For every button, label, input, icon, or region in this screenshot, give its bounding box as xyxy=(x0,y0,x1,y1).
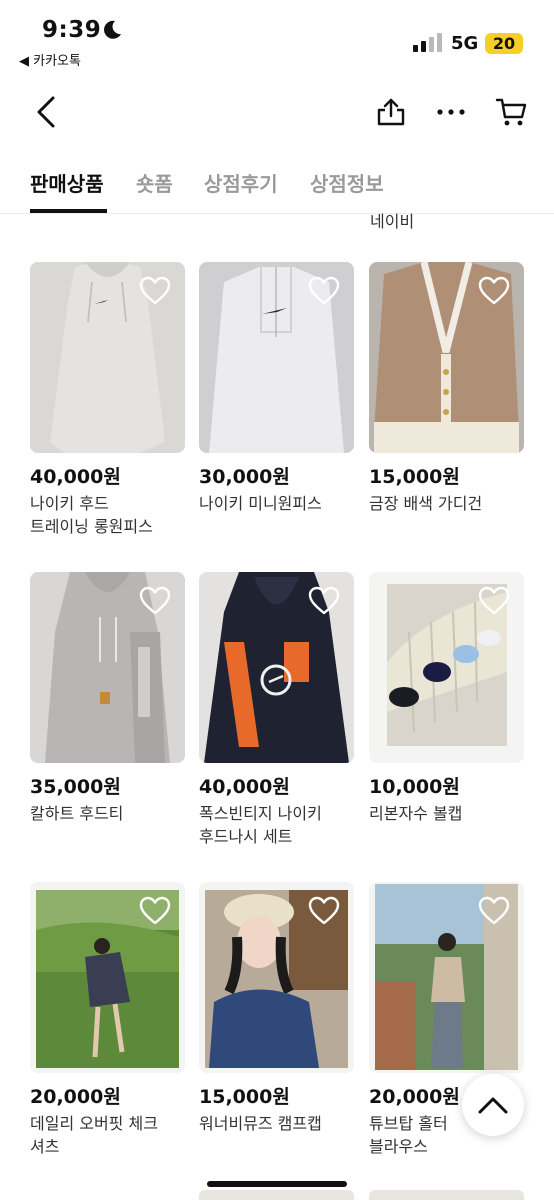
heart-outline-icon[interactable] xyxy=(139,896,171,926)
next-row-image-peek xyxy=(199,1190,354,1200)
status-time: 9:39 xyxy=(42,17,102,43)
product-price: 15,000원 xyxy=(369,466,460,488)
cart-button[interactable] xyxy=(493,94,529,130)
product-price: 20,000원 xyxy=(30,1086,121,1108)
product-card[interactable]: 10,000원 리본자수 볼캡 xyxy=(369,572,524,825)
heart-outline-icon[interactable] xyxy=(308,276,340,306)
heart-outline-icon[interactable] xyxy=(308,586,340,616)
product-price: 15,000원 xyxy=(199,1086,290,1108)
product-image xyxy=(199,882,354,1073)
heart-outline-icon[interactable] xyxy=(478,276,510,306)
product-price: 40,000원 xyxy=(30,466,121,488)
share-icon xyxy=(377,98,405,126)
product-image xyxy=(30,882,185,1073)
product-title: 나이키 미니원피스 xyxy=(199,494,322,513)
status-bar: 9:39 ◀ 카카오톡 5G 20 xyxy=(0,0,554,74)
product-price: 35,000원 xyxy=(30,776,121,798)
moon-icon xyxy=(104,20,121,39)
product-title: 폭스빈티지 나이키 후드나시 세트 xyxy=(199,804,322,846)
home-indicator[interactable] xyxy=(207,1181,347,1187)
product-card[interactable]: 20,000원 데일리 오버핏 체크 셔츠 xyxy=(30,882,185,1158)
product-title: 칼하트 후드티 xyxy=(30,804,124,823)
heart-outline-icon[interactable] xyxy=(478,896,510,926)
product-card[interactable]: 30,000원 나이키 미니원피스 xyxy=(199,262,354,515)
heart-outline-icon[interactable] xyxy=(308,896,340,926)
product-image xyxy=(199,262,354,453)
product-price: 30,000원 xyxy=(199,466,290,488)
tab-store-info[interactable]: 상점정보 xyxy=(310,168,384,197)
product-title: 리본자수 볼캡 xyxy=(369,804,463,823)
cart-icon xyxy=(495,98,527,126)
product-price: 40,000원 xyxy=(199,776,290,798)
next-row-image-peek xyxy=(369,1190,524,1200)
product-card[interactable]: 40,000원 폭스빈티지 나이키 후드나시 세트 xyxy=(199,572,354,848)
back-to-app-link[interactable]: ◀ 카카오톡 xyxy=(19,50,81,69)
product-image xyxy=(199,572,354,763)
heart-outline-icon[interactable] xyxy=(478,586,510,616)
product-card[interactable]: 15,000원 금장 배색 가디건 xyxy=(369,262,524,515)
heart-outline-icon[interactable] xyxy=(139,586,171,616)
product-title: 워너비뮤즈 캠프캡 xyxy=(199,1114,322,1133)
share-button[interactable] xyxy=(373,94,409,130)
product-image xyxy=(30,572,185,763)
product-title: 데일리 오버핏 체크 셔츠 xyxy=(30,1114,158,1156)
scroll-to-top-button[interactable] xyxy=(462,1074,524,1136)
chevron-left-icon xyxy=(37,96,55,128)
product-image xyxy=(369,882,524,1073)
chevron-up-icon xyxy=(478,1097,508,1114)
battery-badge: 20 xyxy=(485,33,523,54)
product-image xyxy=(369,572,524,763)
product-image xyxy=(369,262,524,453)
network-type: 5G xyxy=(451,33,479,54)
product-card[interactable]: 15,000원 워너비뮤즈 캠프캡 xyxy=(199,882,354,1135)
signal-icon xyxy=(413,33,442,52)
previous-item-title-peek: 네이비 xyxy=(370,212,415,231)
more-icon xyxy=(437,109,465,115)
product-image xyxy=(30,262,185,453)
product-card[interactable]: 40,000원 나이키 후드 트레이닝 롱원피스 xyxy=(30,262,185,538)
active-tab-indicator xyxy=(30,209,107,213)
heart-outline-icon[interactable] xyxy=(139,276,171,306)
product-price: 10,000원 xyxy=(369,776,460,798)
product-card[interactable]: 35,000원 칼하트 후드티 xyxy=(30,572,185,825)
tab-shortform[interactable]: 숏폼 xyxy=(136,168,173,197)
product-title: 금장 배색 가디건 xyxy=(369,494,483,513)
tab-reviews[interactable]: 상점후기 xyxy=(204,168,278,197)
more-button[interactable] xyxy=(433,94,469,130)
store-tabs: 판매상품 숏폼 상점후기 상점정보 xyxy=(0,160,554,214)
tab-products[interactable]: 판매상품 xyxy=(30,168,104,197)
top-nav-bar xyxy=(0,84,554,140)
back-button[interactable] xyxy=(28,94,64,130)
product-title: 나이키 후드 트레이닝 롱원피스 xyxy=(30,494,153,536)
